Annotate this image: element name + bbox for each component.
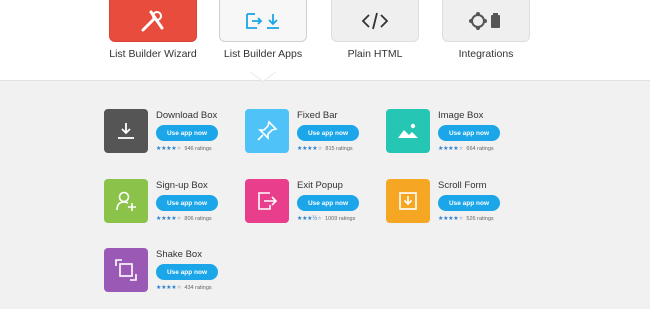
rating-stars: ★★★½★ <box>297 216 323 222</box>
category-integrations[interactable]: Integrations <box>441 0 531 60</box>
category-list-builder-apps[interactable]: List Builder Apps <box>218 0 308 60</box>
apps-export-download-icon <box>246 12 279 29</box>
add-user-icon <box>116 191 136 211</box>
use-app-button[interactable]: Use app now <box>297 125 359 141</box>
app-rating: ★★★½★ 1009 ratings <box>297 215 355 222</box>
selection-arrow <box>251 72 275 81</box>
ratings-count: 806 ratings <box>184 216 212 222</box>
ratings-count: 815 ratings <box>325 146 353 152</box>
download-icon <box>118 123 134 139</box>
app-icon-tile[interactable] <box>104 179 148 223</box>
joomla-icon <box>469 11 500 30</box>
app-rating: ★★★★★ 664 ratings <box>438 145 494 152</box>
category-list-builder-wizard[interactable]: List Builder Wizard <box>108 0 198 60</box>
category-label: List Builder Wizard <box>109 48 197 60</box>
app-name: Scroll Form <box>438 180 487 191</box>
ratings-count: 1009 ratings <box>325 216 356 222</box>
rating-stars: ★★★★★ <box>156 216 182 222</box>
shake-icon <box>115 259 137 281</box>
app-icon-tile[interactable] <box>245 179 289 223</box>
category-tile[interactable] <box>331 0 419 42</box>
category-bar: List Builder Wizard List Builder Apps Pl… <box>0 0 650 81</box>
app-icon-tile[interactable] <box>245 109 289 153</box>
ratings-count: 664 ratings <box>466 146 494 152</box>
pin-icon <box>257 120 278 141</box>
app-name: Shake Box <box>156 249 202 260</box>
app-icon-tile[interactable] <box>386 109 430 153</box>
app-card-scroll-form: Scroll Form Use app now ★★★★★ 526 ratings <box>386 179 526 229</box>
app-icon-tile[interactable] <box>104 109 148 153</box>
rating-stars: ★★★★★ <box>438 146 464 152</box>
app-card-fixed-bar: Fixed Bar Use app now ★★★★★ 815 ratings <box>245 109 385 159</box>
use-app-button[interactable]: Use app now <box>156 125 218 141</box>
rating-stars: ★★★★★ <box>297 146 323 152</box>
ratings-count: 946 ratings <box>184 146 212 152</box>
category-label: List Builder Apps <box>223 48 303 60</box>
code-icon <box>361 12 389 29</box>
app-rating: ★★★★★ 815 ratings <box>297 145 353 152</box>
image-icon <box>398 123 418 138</box>
app-rating: ★★★★★ 434 ratings <box>156 284 212 291</box>
category-label: Integrations <box>458 48 514 60</box>
scroll-down-icon <box>399 192 417 210</box>
app-name: Sign-up Box <box>156 180 208 191</box>
use-app-button[interactable]: Use app now <box>156 195 218 211</box>
category-label: Plain HTML <box>347 48 403 60</box>
app-card-download-box: Download Box Use app now ★★★★★ 946 rating… <box>104 109 244 159</box>
app-name: Exit Popup <box>297 180 343 191</box>
rating-stars: ★★★★★ <box>156 146 182 152</box>
app-rating: ★★★★★ 806 ratings <box>156 215 212 222</box>
category-tile[interactable] <box>219 0 307 42</box>
app-card-exit-popup: Exit Popup Use app now ★★★½★ 1009 ratings <box>245 179 385 229</box>
use-app-button[interactable]: Use app now <box>297 195 359 211</box>
app-card-sign-up-box: Sign-up Box Use app now ★★★★★ 806 ratings <box>104 179 244 229</box>
app-rating: ★★★★★ 946 ratings <box>156 145 212 152</box>
category-tile[interactable] <box>109 0 197 42</box>
app-card-shake-box: Shake Box Use app now ★★★★★ 434 ratings <box>104 248 244 298</box>
use-app-button[interactable]: Use app now <box>438 125 500 141</box>
exit-icon <box>258 192 278 210</box>
rating-stars: ★★★★★ <box>438 216 464 222</box>
app-name: Image Box <box>438 110 484 121</box>
use-app-button[interactable]: Use app now <box>156 264 218 280</box>
use-app-button[interactable]: Use app now <box>438 195 500 211</box>
rating-stars: ★★★★★ <box>156 285 182 291</box>
app-icon-tile[interactable] <box>386 179 430 223</box>
ratings-count: 434 ratings <box>184 285 212 291</box>
app-card-image-box: Image Box Use app now ★★★★★ 664 ratings <box>386 109 526 159</box>
app-rating: ★★★★★ 526 ratings <box>438 215 494 222</box>
ratings-count: 526 ratings <box>466 216 494 222</box>
tools-icon <box>141 10 164 31</box>
category-plain-html[interactable]: Plain HTML <box>330 0 420 60</box>
app-icon-tile[interactable] <box>104 248 148 292</box>
app-name: Download Box <box>156 110 218 121</box>
category-tile[interactable] <box>442 0 530 42</box>
app-name: Fixed Bar <box>297 110 338 121</box>
